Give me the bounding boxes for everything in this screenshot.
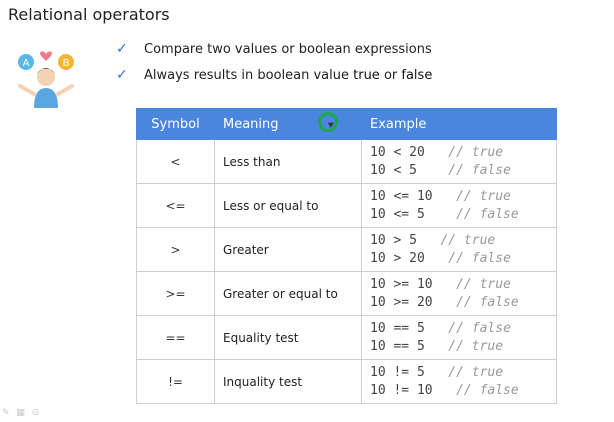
- svg-text:B: B: [63, 58, 70, 69]
- example-line: 10 > 5 // true: [370, 232, 556, 250]
- example-line: 10 < 20 // true: [370, 144, 556, 162]
- example-comment: // true: [448, 364, 504, 380]
- operator-example: 10 != 5 // true 10 != 10 // false: [361, 359, 557, 404]
- example-comment: // false: [456, 294, 519, 310]
- bullet-text-lead: Always results in boolean value: [144, 68, 354, 83]
- operator-symbol: !=: [136, 359, 215, 404]
- operator-meaning: Greater or equal to: [214, 271, 362, 316]
- checkmark-icon: ✓: [116, 41, 128, 57]
- table-row: > Greater 10 > 5 // true 10 > 20 // false: [136, 227, 557, 272]
- table-header-row: Symbol Meaning Example: [136, 108, 557, 140]
- example-line: 10 == 5 // false: [370, 320, 556, 338]
- example-code: 10 > 20: [370, 250, 449, 266]
- slide-title: Relational operators: [8, 5, 170, 24]
- example-code: 10 <= 10: [370, 188, 457, 204]
- operator-symbol: >=: [136, 271, 215, 316]
- bullet-boolean-result: ✓ Always results in boolean value true or…: [116, 67, 432, 83]
- example-code: 10 == 5: [370, 338, 449, 354]
- operator-meaning: Less or equal to: [214, 183, 362, 228]
- example-code: 10 >= 10: [370, 276, 457, 292]
- svg-text:A: A: [23, 58, 30, 69]
- example-code: 10 < 5: [370, 162, 449, 178]
- checkmark-icon: ✓: [116, 67, 128, 83]
- keyword-false: false: [401, 68, 433, 83]
- example-comment: // false: [448, 162, 511, 178]
- table-row: >= Greater or equal to 10 >= 10 // true 10 …: [136, 271, 557, 316]
- operator-symbol: <: [136, 139, 215, 184]
- operator-meaning: Greater: [214, 227, 362, 272]
- header-example: Example: [361, 108, 557, 140]
- example-comment: // false: [456, 206, 519, 222]
- example-code: 10 >= 20: [370, 294, 457, 310]
- example-line: 10 != 10 // false: [370, 382, 556, 400]
- mouse-cursor-highlight: [318, 112, 338, 132]
- table-row: < Less than 10 < 20 // true 10 < 5 // false: [136, 139, 557, 184]
- example-code: 10 < 20: [370, 144, 449, 160]
- example-code: 10 == 5: [370, 320, 449, 336]
- operator-example: 10 < 20 // true 10 < 5 // false: [361, 139, 557, 184]
- relational-operators-table: Symbol Meaning Example < Less than 10 < 20…: [136, 108, 557, 404]
- example-line: 10 < 5 // false: [370, 162, 556, 180]
- table-row: <= Less or equal to 10 <= 10 // true 10 <= …: [136, 183, 557, 228]
- operator-meaning: Equality test: [214, 315, 362, 360]
- example-code: 10 != 5: [370, 364, 449, 380]
- example-comment: // false: [456, 382, 519, 398]
- table-row: != Inquality test 10 != 5 // true 10 != 10 …: [136, 359, 557, 404]
- example-line: 10 >= 20 // false: [370, 294, 556, 312]
- example-line: 10 <= 5 // false: [370, 206, 556, 224]
- example-code: 10 <= 5: [370, 206, 457, 222]
- bullet-compare: ✓ Compare two values or boolean expressio…: [116, 41, 432, 57]
- example-comment: // true: [448, 144, 504, 160]
- operator-example: 10 >= 10 // true 10 >= 20 // false: [361, 271, 557, 316]
- bullet-text: Compare two values or boolean expression…: [144, 42, 432, 57]
- operator-symbol: <=: [136, 183, 215, 228]
- example-comment: // true: [440, 232, 496, 248]
- operator-symbol: >: [136, 227, 215, 272]
- example-comment: // false: [448, 320, 511, 336]
- example-code: 10 != 10: [370, 382, 457, 398]
- example-line: 10 >= 10 // true: [370, 276, 556, 294]
- example-line: 10 > 20 // false: [370, 250, 556, 268]
- mascot-illustration: A B: [18, 51, 74, 108]
- example-comment: // true: [456, 188, 511, 204]
- example-comment: // false: [448, 250, 511, 266]
- heart-icon: [40, 51, 52, 61]
- operator-example: 10 == 5 // false 10 == 5 // true: [361, 315, 557, 360]
- operator-meaning: Less than: [214, 139, 362, 184]
- table-row: == Equality test 10 == 5 // false 10 == 5 /…: [136, 315, 557, 360]
- example-code: 10 > 5: [370, 232, 441, 248]
- example-comment: // true: [448, 338, 504, 354]
- example-line: 10 <= 10 // true: [370, 188, 556, 206]
- operator-example: 10 <= 10 // true 10 <= 5 // false: [361, 183, 557, 228]
- presentation-toolbar[interactable]: ✎ ▦ ⊙: [2, 408, 41, 418]
- example-line: 10 != 5 // true: [370, 364, 556, 382]
- keyword-true: true: [353, 68, 380, 83]
- bullet-text-or: or: [379, 68, 402, 83]
- example-comment: // true: [456, 276, 511, 292]
- operator-meaning: Inquality test: [214, 359, 362, 404]
- header-symbol: Symbol: [136, 108, 215, 140]
- operator-symbol: ==: [136, 315, 215, 360]
- header-meaning: Meaning: [214, 108, 362, 140]
- example-line: 10 == 5 // true: [370, 338, 556, 356]
- operator-example: 10 > 5 // true 10 > 20 // false: [361, 227, 557, 272]
